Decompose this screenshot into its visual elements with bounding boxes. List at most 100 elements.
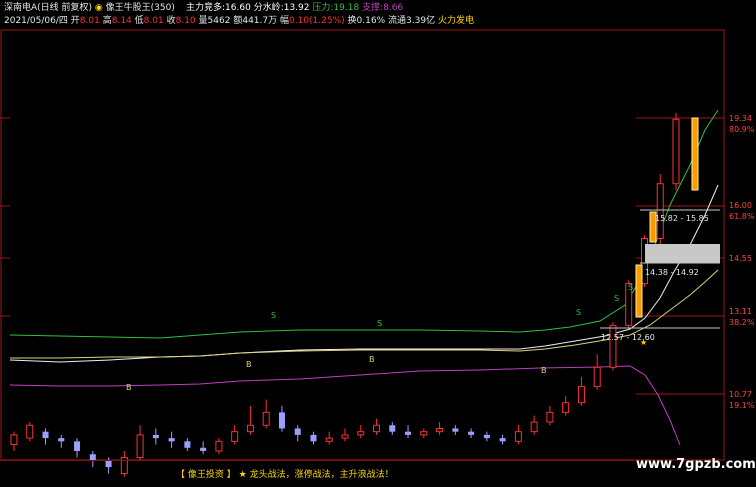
price-label: 10.77 bbox=[729, 390, 752, 399]
amount-value: 441.7万 bbox=[242, 16, 278, 26]
candle-body[interactable] bbox=[152, 434, 159, 439]
candle-body[interactable] bbox=[136, 434, 144, 458]
sell-marker: S bbox=[628, 283, 633, 292]
zone-label-mid: 14.38 - 14.92 bbox=[645, 268, 699, 277]
candle-body[interactable] bbox=[357, 431, 365, 436]
float-label: 流通 bbox=[388, 16, 407, 26]
candle-body[interactable] bbox=[105, 460, 112, 468]
turnover-value: 0.16% bbox=[356, 16, 386, 26]
candle-body[interactable] bbox=[577, 386, 585, 404]
watermark: www.7gpzb.com bbox=[636, 457, 756, 472]
close-label: 收 bbox=[166, 16, 176, 26]
pressure-value: 19.18 bbox=[333, 3, 360, 13]
sell-marker: S bbox=[614, 294, 619, 303]
buy-marker: B bbox=[246, 360, 252, 369]
star-icon: ★ bbox=[238, 470, 247, 480]
close-value: 8.10 bbox=[175, 16, 196, 26]
brand-label: 【 像王投资 】 bbox=[176, 470, 236, 480]
candle-body[interactable] bbox=[184, 441, 191, 448]
candle-body[interactable] bbox=[278, 412, 285, 429]
volume-label: 量 bbox=[198, 16, 208, 26]
pct-label: 61.8% bbox=[729, 212, 755, 221]
main-force-value: 16.60 bbox=[225, 3, 251, 13]
candle-body[interactable] bbox=[530, 421, 538, 433]
candle-body[interactable] bbox=[262, 411, 270, 426]
volume-value: 5462 bbox=[207, 16, 231, 26]
candle-body[interactable] bbox=[420, 431, 428, 436]
price-axis: 19.34 80.9% 16.00 61.8% 14.55 13.11 38.2… bbox=[729, 114, 755, 410]
candle-body[interactable] bbox=[514, 431, 522, 442]
candle-series[interactable] bbox=[10, 112, 680, 477]
candle-body[interactable] bbox=[168, 438, 175, 442]
open-label: 开 bbox=[70, 16, 80, 26]
indicator-icon: ◉ bbox=[94, 3, 103, 13]
buy-marker: B bbox=[541, 366, 547, 375]
pct-label: 19.1% bbox=[729, 401, 755, 410]
candle-body[interactable] bbox=[389, 425, 396, 432]
candle-body[interactable] bbox=[310, 434, 317, 442]
candle-body[interactable] bbox=[373, 424, 381, 433]
slogan-text: 龙头战法，涨停战法，主升浪战法！ bbox=[249, 470, 394, 480]
bar-date: 2021/05/06/四 bbox=[4, 16, 68, 26]
pct-label: 38.2% bbox=[729, 318, 755, 327]
indicator-name[interactable]: 像王牛股王(350) bbox=[106, 3, 175, 13]
pct-label: 80.9% bbox=[729, 125, 755, 134]
candle-body[interactable] bbox=[58, 438, 65, 442]
turnover-label: 换 bbox=[347, 16, 357, 26]
candle-body[interactable] bbox=[499, 438, 506, 442]
price-label: 13.11 bbox=[729, 307, 752, 316]
candle-body[interactable] bbox=[325, 437, 333, 442]
zone-label-low: 12.57 - 12.60 bbox=[601, 333, 655, 342]
candle-body[interactable] bbox=[74, 441, 81, 452]
candle-body[interactable] bbox=[42, 431, 49, 439]
candle-body[interactable] bbox=[546, 411, 554, 423]
watershed-label: 分水岭: bbox=[253, 3, 284, 13]
candle-body[interactable] bbox=[468, 431, 475, 435]
low-value: 8.01 bbox=[143, 16, 164, 26]
buy-marker: B bbox=[369, 355, 375, 364]
buy-marker: B bbox=[126, 383, 132, 392]
change-value: 0.10(1.25%) bbox=[289, 16, 345, 26]
candle-body[interactable] bbox=[231, 431, 239, 442]
high-label: 高 bbox=[102, 16, 112, 26]
header-row: 深南电A(日线 前复权) ◉ 像王牛股王(350) bbox=[4, 3, 175, 14]
candle-body[interactable] bbox=[452, 428, 459, 432]
candle-body[interactable] bbox=[562, 402, 570, 413]
float-value: 3.39亿 bbox=[406, 16, 436, 26]
candle-body[interactable] bbox=[200, 447, 207, 452]
sell-marker: S bbox=[576, 308, 581, 317]
candle-body[interactable] bbox=[436, 427, 444, 433]
amount-label: 额 bbox=[233, 16, 243, 26]
candle-body[interactable] bbox=[10, 434, 18, 446]
sector-label[interactable]: 火力发电 bbox=[438, 16, 474, 26]
candle-body[interactable] bbox=[26, 424, 34, 439]
low-label: 低 bbox=[134, 16, 144, 26]
zone-label-high: 15.82 - 15.85 bbox=[655, 214, 709, 223]
sell-marker: S bbox=[271, 311, 276, 320]
gray-zone-box bbox=[645, 244, 720, 263]
open-value: 8.01 bbox=[79, 16, 100, 26]
candle-body[interactable] bbox=[215, 440, 223, 452]
candle-body[interactable] bbox=[341, 434, 349, 439]
watershed-value: 13.92 bbox=[283, 3, 310, 13]
candle-body[interactable] bbox=[246, 424, 254, 433]
pressure-line bbox=[9, 109, 719, 339]
candlestick-chart[interactable]: S S S S S S S B B B B ★ 15.82 - 15.85 14… bbox=[0, 0, 756, 487]
price-label: 16.00 bbox=[729, 201, 752, 210]
support-label: 支撑: bbox=[362, 3, 384, 13]
sell-marker: S bbox=[377, 319, 382, 328]
candle-body[interactable] bbox=[672, 118, 680, 185]
change-label: 幅 bbox=[279, 16, 289, 26]
candle-body[interactable] bbox=[405, 431, 412, 435]
candle-body[interactable] bbox=[294, 428, 301, 435]
limit-up-bar bbox=[635, 264, 643, 318]
candle-body[interactable] bbox=[609, 324, 617, 368]
candle-body[interactable] bbox=[593, 366, 601, 388]
price-label: 14.55 bbox=[729, 254, 752, 263]
candle-body[interactable] bbox=[483, 434, 490, 439]
high-value: 8.14 bbox=[111, 16, 132, 26]
candle-body[interactable] bbox=[656, 183, 664, 239]
limit-up-bar bbox=[691, 117, 699, 191]
symbol-title: 深南电A(日线 前复权) bbox=[4, 3, 93, 13]
ohlc-row: 2021/05/06/四 开8.01 高8.14 低8.01 收8.10 量54… bbox=[4, 16, 474, 27]
